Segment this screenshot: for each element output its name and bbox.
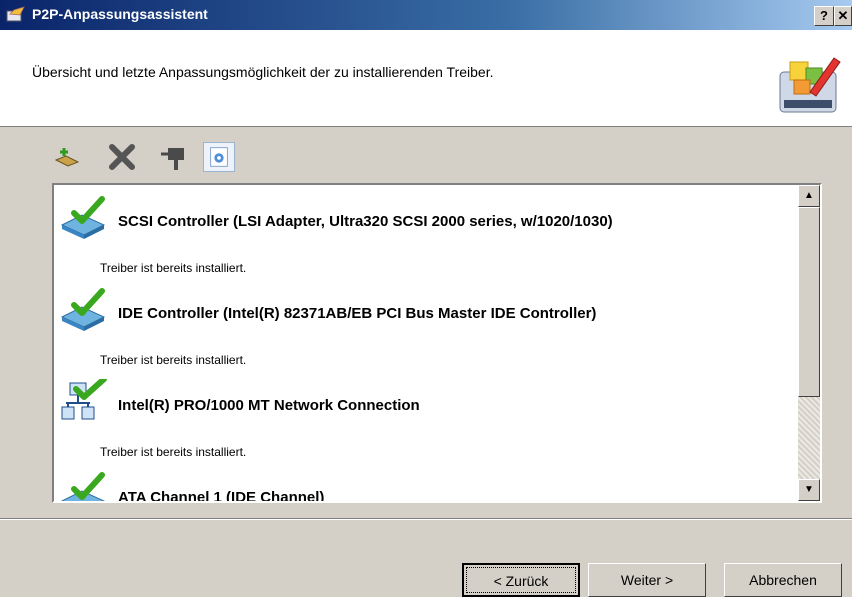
list-item[interactable]: IDE Controller (Intel(R) 82371AB/EB PCI … xyxy=(60,287,800,379)
list-item[interactable]: SCSI Controller (LSI Adapter, Ultra320 S… xyxy=(60,195,800,287)
window-title: P2P-Anpassungsassistent xyxy=(32,6,208,22)
driver-list[interactable]: SCSI Controller (LSI Adapter, Ultra320 S… xyxy=(52,183,822,503)
cancel-button[interactable]: Abbrechen xyxy=(724,563,842,597)
wizard-header: Übersicht und letzte Anpassungsmöglichke… xyxy=(0,30,852,127)
network-icon xyxy=(61,379,107,420)
help-button[interactable]: ? xyxy=(814,6,834,26)
storage-controller-icon xyxy=(60,472,106,501)
storage-controller-icon xyxy=(60,196,106,239)
header-description: Übersicht und letzte Anpassungsmöglichke… xyxy=(32,64,494,80)
driver-status: Treiber ist bereits installiert. xyxy=(100,353,247,367)
close-button[interactable]: ✕ xyxy=(834,6,852,26)
scroll-thumb[interactable] xyxy=(798,207,820,397)
app-icon xyxy=(6,6,25,22)
driver-title: IDE Controller (Intel(R) 82371AB/EB PCI … xyxy=(118,305,597,322)
title-bar: P2P-Anpassungsassistent ? ✕ xyxy=(0,0,852,30)
driver-status: Treiber ist bereits installiert. xyxy=(100,445,247,459)
list-item[interactable]: ATA Channel 1 (IDE Channel) xyxy=(60,471,800,503)
delete-icon[interactable] xyxy=(106,142,138,172)
list-item[interactable]: Intel(R) PRO/1000 MT Network Connection … xyxy=(60,379,800,471)
scroll-down-button[interactable]: ▼ xyxy=(798,479,820,501)
vertical-scrollbar[interactable]: ▲ ▼ xyxy=(798,185,820,501)
driver-status: Treiber ist bereits installiert. xyxy=(100,261,247,275)
back-button[interactable]: < Zurück xyxy=(462,563,580,597)
driver-title: Intel(R) PRO/1000 MT Network Connection xyxy=(118,397,420,414)
add-driver-icon[interactable] xyxy=(52,142,84,172)
settings-icon[interactable] xyxy=(203,142,235,172)
next-button[interactable]: Weiter > xyxy=(588,563,706,597)
storage-controller-icon xyxy=(60,288,106,331)
scroll-up-button[interactable]: ▲ xyxy=(798,185,820,207)
driver-title: SCSI Controller (LSI Adapter, Ultra320 S… xyxy=(118,213,613,230)
footer-divider xyxy=(0,518,852,520)
pin-icon[interactable] xyxy=(158,142,190,172)
driver-title: ATA Channel 1 (IDE Channel) xyxy=(118,489,325,503)
wizard-graphic-icon xyxy=(779,57,841,113)
